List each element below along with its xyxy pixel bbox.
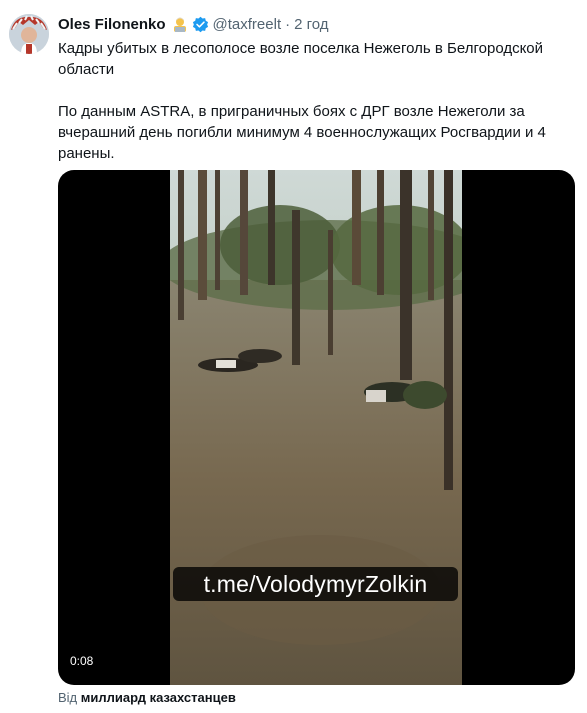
video-frame — [170, 170, 462, 685]
timestamp[interactable]: 2 год — [294, 16, 328, 33]
verified-badge-icon — [192, 16, 209, 33]
video-watermark: t.me/VolodymyrZolkin — [173, 567, 458, 601]
tweet: Oles Filonenko @taxfreelt · 2 год Кадры … — [0, 0, 587, 713]
tweet-text: Кадры убитых в лесополосе возле поселка … — [58, 40, 546, 162]
separator-dot: · — [285, 15, 291, 33]
source-name[interactable]: миллиард казахстанцев — [81, 690, 236, 705]
video-duration: 0:08 — [70, 654, 94, 668]
author-name[interactable]: Oles Filonenko — [58, 16, 166, 33]
video-player[interactable]: t.me/VolodymyrZolkin 0:08 — [58, 170, 575, 685]
author-handle[interactable]: @taxfreelt — [213, 16, 282, 33]
source-prefix: Від — [58, 690, 78, 705]
video-source: Від миллиард казахстанцев — [58, 690, 236, 705]
tweet-header: Oles Filonenko @taxfreelt · 2 год — [58, 14, 329, 34]
man-technologist-emoji-icon — [172, 16, 188, 32]
avatar[interactable] — [9, 14, 49, 54]
avatar-image — [9, 14, 49, 54]
